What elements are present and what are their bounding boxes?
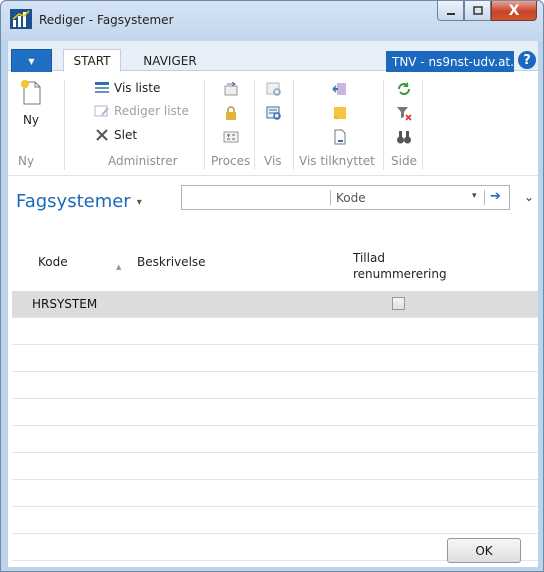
filter-field-dropdown-icon[interactable]: ▾ (472, 191, 477, 201)
group-label-new: Ny (18, 154, 35, 168)
filter-divider (330, 190, 331, 205)
minimize-icon (446, 12, 455, 15)
close-button[interactable]: X (491, 1, 537, 21)
find-binoculars-icon[interactable] (396, 129, 412, 145)
table-row[interactable] (12, 480, 538, 507)
calculator-icon[interactable] (223, 129, 239, 145)
list-grid: Kode ▲ Beskrivelse Tillad renummerering … (12, 239, 538, 561)
delete-button[interactable]: Slet (94, 127, 137, 143)
dialog-content: ▼ START NAVIGER TNV - ns9nst-udv.at... ?… (8, 41, 538, 567)
edit-list-icon (94, 105, 109, 117)
window-title: Rediger - Fagsystemer (39, 13, 174, 27)
list-icon (95, 82, 109, 93)
column-header-allow-renumbering-line1[interactable]: Tillad (353, 251, 385, 265)
table-row[interactable] (12, 318, 538, 345)
group-label-view: Vis (264, 154, 282, 168)
view-list-icon[interactable] (266, 105, 282, 121)
show-list-label: Vis liste (114, 81, 161, 95)
clear-filter-icon[interactable] (396, 105, 412, 121)
group-label-manage: Administrer (108, 154, 178, 168)
group-divider (254, 80, 255, 170)
table-row[interactable] (12, 399, 538, 426)
ok-button[interactable]: OK (447, 538, 521, 563)
group-label-show-attached: Vis tilknyttet (299, 154, 375, 168)
table-row[interactable] (12, 345, 538, 372)
table-row[interactable] (12, 426, 538, 453)
new-document-icon (21, 80, 41, 105)
table-row[interactable] (12, 372, 538, 399)
help-icon[interactable]: ? (518, 51, 536, 69)
filter-field-label: Kode (336, 191, 366, 205)
company-indicator[interactable]: TNV - ns9nst-udv.at... (386, 51, 514, 72)
new-button-label: Ny (22, 113, 40, 127)
link-document-icon[interactable] (332, 129, 348, 145)
group-label-page: Side (391, 154, 417, 168)
ribbon: Ny Ny Vis liste Rediger liste Slet Admin… (8, 72, 538, 176)
column-header-code[interactable]: Kode (38, 255, 68, 269)
minimize-button[interactable] (437, 1, 464, 21)
edit-list-label: Rediger liste (114, 104, 189, 118)
refresh-icon[interactable] (396, 81, 412, 97)
group-divider (383, 80, 384, 170)
delete-x-icon (96, 129, 108, 141)
delete-label: Slet (114, 128, 138, 142)
dialog-window: Rediger - Fagsystemer X ▼ START NAVIGER … (0, 0, 544, 572)
allow-renumbering-checkbox[interactable] (392, 297, 405, 310)
column-header-description[interactable]: Beskrivelse (137, 255, 206, 269)
list-header: Kode ▲ Beskrivelse Tillad renummerering (12, 239, 538, 291)
dimensions-icon[interactable] (332, 81, 348, 97)
group-divider (293, 80, 294, 170)
chevron-down-icon: ▾ (136, 196, 142, 208)
table-row[interactable] (12, 507, 538, 534)
group-divider (204, 80, 205, 170)
maximize-button[interactable] (464, 1, 491, 21)
edit-list-button[interactable]: Rediger liste (94, 103, 189, 119)
view-icon[interactable] (266, 81, 282, 97)
filter-divider (484, 190, 485, 205)
sort-ascending-icon: ▲ (116, 263, 122, 271)
maximize-icon (472, 5, 483, 15)
filter-go-arrow-icon[interactable]: ➔ (490, 189, 501, 204)
cell-code: HRSYSTEM (32, 297, 98, 311)
collapse-factbox-chevron-icon[interactable]: ⌄ (524, 190, 534, 204)
next-icon[interactable] (223, 81, 239, 97)
page-title[interactable]: Fagsystemer ▾ (16, 191, 142, 212)
app-chart-icon (10, 9, 32, 29)
ribbon-tab-row: ▼ START NAVIGER TNV - ns9nst-udv.at... ? (8, 41, 538, 72)
column-header-allow-renumbering-line2[interactable]: renummerering (353, 267, 447, 281)
application-menu-button[interactable]: ▼ (11, 49, 52, 72)
show-list-button[interactable]: Vis liste (94, 80, 160, 96)
group-divider (422, 80, 423, 170)
group-divider (64, 80, 65, 170)
group-label-process: Proces (211, 154, 251, 168)
tab-start[interactable]: START (63, 49, 121, 72)
table-row[interactable]: HRSYSTEM (12, 291, 538, 318)
tab-navigate[interactable]: NAVIGER (130, 49, 210, 72)
new-button[interactable]: Ny (14, 78, 48, 127)
page-title-text: Fagsystemer (16, 191, 131, 212)
note-icon[interactable] (332, 105, 348, 121)
table-row[interactable] (12, 453, 538, 480)
filter-box: Kode ▾ ➔ (181, 185, 510, 210)
lock-icon[interactable] (223, 105, 239, 121)
title-bar[interactable]: Rediger - Fagsystemer X (1, 1, 543, 41)
